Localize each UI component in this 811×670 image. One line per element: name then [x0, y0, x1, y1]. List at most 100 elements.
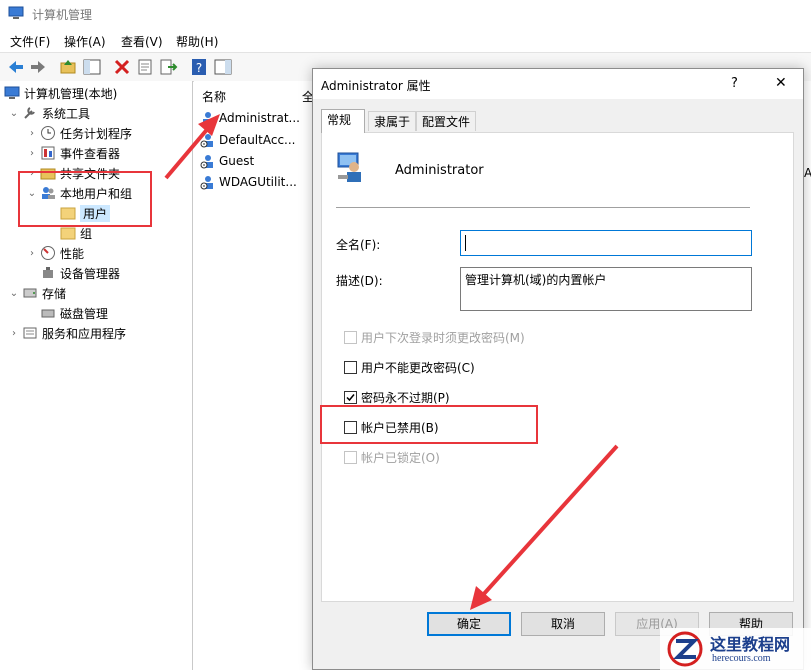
forward-arrow-icon[interactable] [28, 57, 48, 77]
option-label: 密码永不过期(P) [361, 390, 450, 405]
tree-item-device-manager[interactable]: 设备管理器 [40, 264, 120, 282]
tab-member-of[interactable]: 隶属于 [368, 111, 416, 131]
tree-item-services-apps[interactable]: › 服务和应用程序 [8, 324, 126, 342]
user-icon [203, 112, 213, 125]
storage-icon [23, 288, 37, 298]
properties-dialog: Administrator 属性 ? ✕ 常规 隶属于 配置文件 Adminis… [312, 68, 804, 670]
up-folder-icon[interactable] [58, 57, 78, 77]
user-disabled-icon [200, 155, 213, 169]
chevron-right-icon[interactable]: › [26, 148, 38, 159]
disk-icon [41, 309, 55, 318]
services-icon [23, 327, 37, 339]
watermark-logo-icon [667, 631, 703, 667]
checkbox[interactable] [344, 360, 357, 374]
tree-label: 计算机管理(本地) [24, 86, 118, 101]
checkmark-icon [346, 393, 355, 401]
menu-bar: 文件(F) 操作(A) 查看(V) 帮助(H) [0, 30, 811, 52]
separator [336, 207, 750, 208]
tree-item-performance[interactable]: › 性能 [26, 244, 84, 262]
actions-pane-text: A [804, 166, 811, 180]
menu-file[interactable]: 文件(F) [10, 33, 50, 50]
tools-icon [24, 107, 35, 119]
export-list-icon[interactable] [158, 57, 178, 77]
tree-label: 系统工具 [42, 106, 91, 121]
tab-profile[interactable]: 配置文件 [416, 111, 476, 131]
list-item-user[interactable]: Administrat... [200, 109, 300, 127]
tree-label: 存储 [42, 286, 67, 301]
watermark: 这里教程网 herecours.com [660, 628, 811, 670]
dialog-titlebar: Administrator 属性 ? ✕ [313, 69, 803, 99]
tab-panel-general: Administrator 全名(F): 描述(D): 管理计算机(域)的内置帐… [321, 132, 794, 602]
list-item-label: Administrat... [219, 111, 300, 125]
dialog-help-button[interactable]: ? [731, 76, 738, 91]
annotation-highlight-disabled [320, 405, 538, 444]
properties-icon[interactable] [135, 57, 155, 77]
computer-management-icon [4, 86, 20, 99]
list-item-user[interactable]: DefaultAcc... [200, 131, 295, 149]
tree-item-system-tools[interactable]: ⌄ 系统工具 [8, 104, 90, 122]
menu-action[interactable]: 操作(A) [64, 33, 106, 50]
users-list: 名称 全 Administrat... DefaultAcc... Guest … [194, 81, 314, 670]
user-disabled-icon [200, 176, 213, 190]
annotation-highlight-tree [18, 171, 152, 227]
menu-help[interactable]: 帮助(H) [176, 33, 218, 50]
folder-icon [60, 227, 76, 240]
fullname-input[interactable] [460, 230, 752, 256]
option-password-never-expires[interactable]: 密码永不过期(P) [344, 389, 450, 405]
description-value: 管理计算机(域)的内置帐户 [465, 273, 607, 287]
tree-item-event-viewer[interactable]: › 事件查看器 [26, 144, 120, 162]
option-account-locked[interactable]: 帐户已锁定(O) [344, 449, 440, 465]
list-item-user[interactable]: Guest [200, 152, 254, 170]
option-cannot-change-password[interactable]: 用户不能更改密码(C) [344, 359, 475, 375]
svg-text:?: ? [196, 61, 202, 75]
chevron-right-icon[interactable]: › [26, 248, 38, 259]
clock-icon [41, 126, 55, 140]
list-item-label: WDAGUtilit... [219, 175, 297, 189]
column-header-name[interactable]: 名称 [202, 88, 226, 105]
tree-item-disk-management[interactable]: 磁盘管理 [40, 304, 108, 322]
checkbox[interactable] [344, 450, 357, 464]
navigation-tree: 计算机管理(本地) ⌄ 系统工具 › 任务计划程序 › 事件查看器 › 共享文件… [0, 81, 193, 670]
menu-view[interactable]: 查看(V) [121, 33, 163, 50]
back-arrow-icon[interactable] [6, 57, 26, 77]
dialog-title: Administrator 属性 [321, 79, 431, 93]
checkbox-checked[interactable] [344, 390, 357, 404]
tree-label: 服务和应用程序 [42, 326, 127, 341]
show-hide-tree-icon[interactable] [82, 57, 102, 77]
tree-item-storage[interactable]: ⌄ 存储 [8, 284, 66, 302]
user-disabled-icon [200, 134, 213, 148]
user-large-icon [337, 152, 361, 182]
computer-management-icon [8, 6, 24, 19]
watermark-url: herecours.com [712, 653, 771, 664]
performance-icon [41, 246, 55, 260]
event-viewer-icon [41, 146, 55, 160]
help-icon[interactable]: ? [189, 57, 209, 77]
window-title: 计算机管理 [32, 8, 93, 22]
chevron-down-icon[interactable]: ⌄ [8, 108, 20, 119]
ok-button[interactable]: 确定 [427, 612, 511, 636]
device-manager-icon [43, 267, 53, 278]
chevron-down-icon[interactable]: ⌄ [8, 288, 20, 299]
tree-item-computer-management[interactable]: 计算机管理(本地) [4, 84, 117, 102]
dialog-close-button[interactable]: ✕ [775, 75, 787, 91]
watermark-name: 这里教程网 [710, 635, 791, 654]
description-input[interactable]: 管理计算机(域)的内置帐户 [460, 267, 752, 311]
chevron-right-icon[interactable]: › [8, 328, 20, 339]
description-label: 描述(D): [336, 274, 383, 288]
fullname-label: 全名(F): [336, 238, 381, 252]
cancel-button[interactable]: 取消 [521, 612, 605, 636]
list-item-label: DefaultAcc... [219, 133, 296, 147]
checkbox[interactable] [344, 330, 357, 344]
show-action-pane-icon[interactable] [213, 57, 233, 77]
list-item-user[interactable]: WDAGUtilit... [200, 173, 297, 191]
tree-item-task-scheduler[interactable]: › 任务计划程序 [26, 124, 132, 142]
tab-general[interactable]: 常规 [321, 109, 365, 133]
window-titlebar: 计算机管理 [0, 0, 811, 28]
tree-label: 事件查看器 [60, 146, 121, 161]
option-label: 用户下次登录时须更改密码(M) [361, 330, 525, 345]
delete-icon[interactable] [112, 57, 132, 77]
chevron-right-icon[interactable]: › [26, 128, 38, 139]
username-text: Administrator [395, 163, 484, 178]
option-must-change-password[interactable]: 用户下次登录时须更改密码(M) [344, 329, 525, 345]
tree-label: 任务计划程序 [60, 126, 133, 141]
